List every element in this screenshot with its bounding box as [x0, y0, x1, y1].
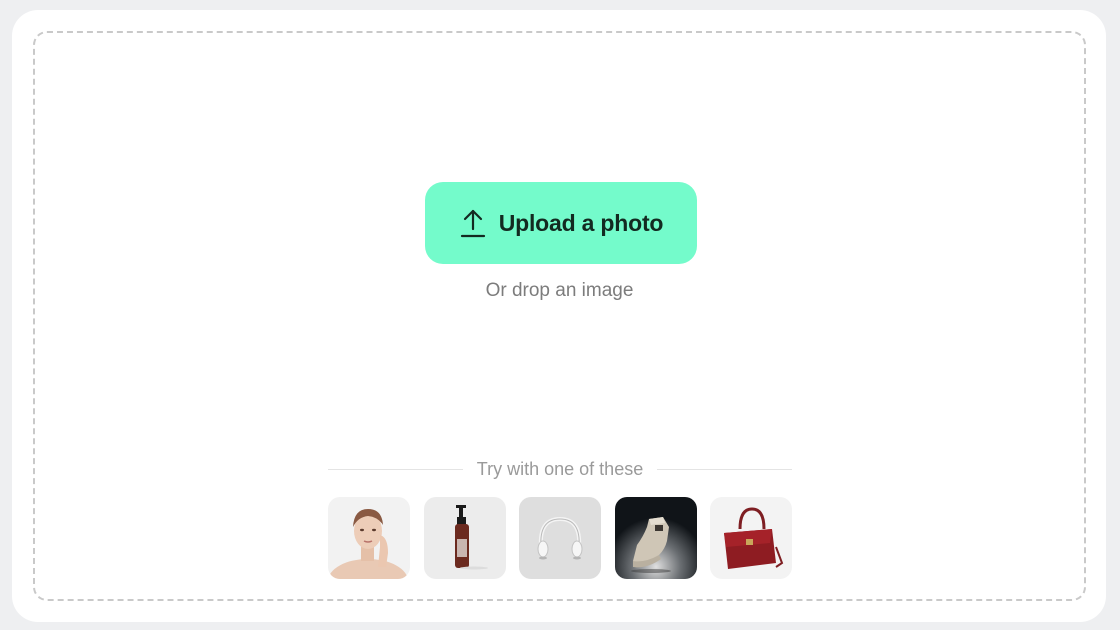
- upload-button-label: Upload a photo: [498, 209, 664, 236]
- drop-zone[interactable]: Upload a photo Or drop an image Try with…: [33, 31, 1086, 601]
- sample-thumbnails: [328, 497, 792, 579]
- handbag-thumbnail: [710, 497, 792, 579]
- sample-thumbnail-handbag[interactable]: [710, 497, 792, 579]
- sample-images-section: Try with one of these: [328, 457, 793, 579]
- headphones-thumbnail: [519, 497, 601, 579]
- upload-card: Upload a photo Or drop an image Try with…: [12, 10, 1106, 622]
- samples-title: Try with one of these: [476, 458, 644, 479]
- drop-hint-text: Or drop an image: [485, 280, 634, 301]
- upload-icon: [460, 209, 485, 238]
- sample-thumbnail-headphones[interactable]: [519, 497, 601, 579]
- bottle-thumbnail: [423, 497, 506, 579]
- portrait-thumbnail: [328, 497, 410, 579]
- upload-photo-button[interactable]: Upload a photo: [425, 182, 697, 264]
- sample-thumbnail-sneaker[interactable]: [614, 497, 697, 579]
- sample-thumbnail-bottle[interactable]: [423, 497, 506, 579]
- sneaker-thumbnail: [614, 497, 697, 579]
- divider-right: [657, 468, 793, 470]
- sample-thumbnail-portrait[interactable]: [328, 497, 410, 579]
- divider-left: [328, 468, 463, 470]
- samples-header: Try with one of these: [328, 457, 793, 481]
